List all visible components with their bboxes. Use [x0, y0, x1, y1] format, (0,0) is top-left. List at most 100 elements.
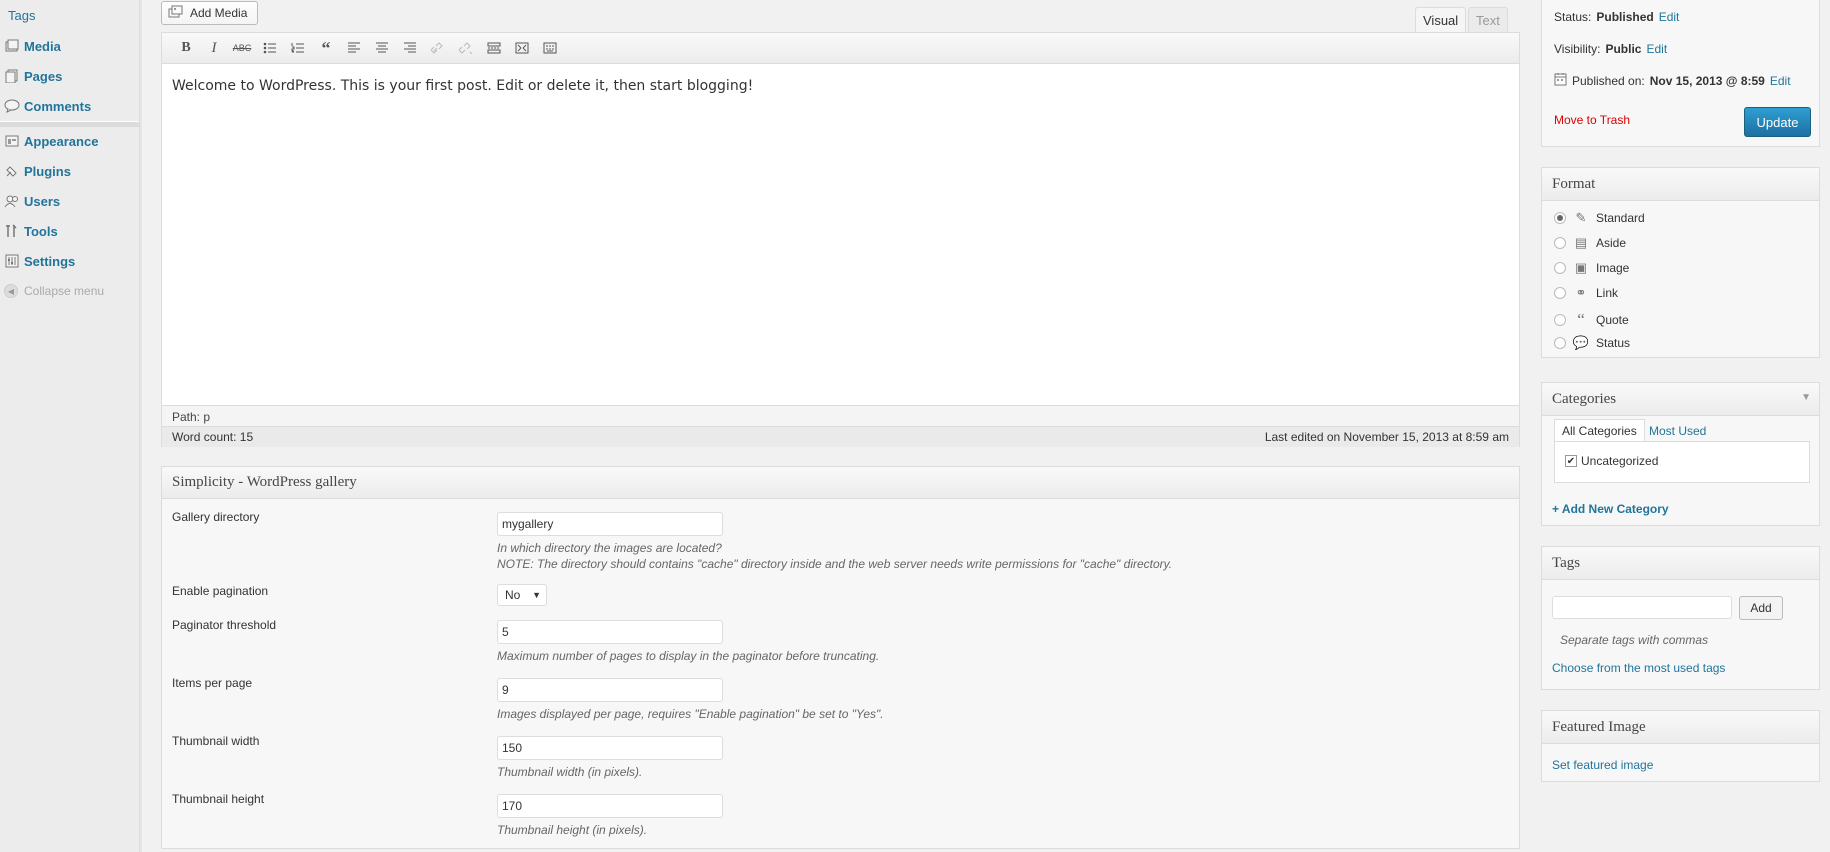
align-right-button[interactable]	[396, 36, 424, 60]
published-on-line: Published on: Nov 15, 2013 @ 8:59 Edit	[1554, 72, 1791, 89]
radio-selected[interactable]	[1554, 212, 1566, 224]
visibility-line: Visibility: Public Edit	[1554, 42, 1667, 56]
toolbar-toggle-button[interactable]	[536, 36, 564, 60]
numbered-list-button[interactable]	[284, 36, 312, 60]
read-more-icon	[487, 42, 501, 54]
tag-input[interactable]	[1552, 596, 1732, 619]
thumb-height-desc: Thumbnail height (in pixels).	[497, 823, 648, 837]
featured-image-title: Featured Image	[1542, 711, 1819, 744]
thumb-height-input[interactable]	[497, 794, 723, 818]
align-left-button[interactable]	[340, 36, 368, 60]
format-option-status[interactable]: 💬 Status	[1554, 335, 1630, 351]
radio[interactable]	[1554, 262, 1566, 274]
choose-most-used-tags-link[interactable]: Choose from the most used tags	[1552, 661, 1725, 675]
unlink-button[interactable]	[452, 36, 480, 60]
keyboard-icon	[543, 42, 557, 54]
bold-button[interactable]: B	[172, 36, 200, 60]
bold-icon: B	[181, 40, 191, 55]
edit-visibility-link[interactable]: Edit	[1646, 42, 1667, 56]
format-option-link[interactable]: ⚭ Link	[1554, 285, 1618, 301]
aside-icon: ▤	[1574, 235, 1588, 250]
sidebar-item-appearance[interactable]: Appearance	[0, 128, 139, 154]
italic-button[interactable]: I	[200, 36, 228, 60]
sidebar-item-pages[interactable]: Pages	[0, 63, 139, 89]
sidebar-item-users[interactable]: Users	[0, 188, 139, 214]
sidebar-item-label: Settings	[24, 253, 76, 269]
status-label: Status:	[1554, 10, 1592, 24]
editor-content-area[interactable]: Welcome to WordPress. This is your first…	[162, 64, 1519, 405]
last-edited: Last edited on November 15, 2013 at 8:59…	[1264, 430, 1509, 444]
word-count: Word count: 15	[172, 430, 254, 444]
align-center-button[interactable]	[368, 36, 396, 60]
calendar-icon	[1554, 72, 1567, 89]
checkbox-checked[interactable]: ✔	[1565, 455, 1577, 467]
add-media-icon	[168, 5, 184, 22]
radio[interactable]	[1554, 337, 1566, 349]
tab-visual[interactable]: Visual	[1415, 7, 1467, 32]
bullet-list-button[interactable]	[256, 36, 284, 60]
settings-icon	[4, 253, 20, 269]
add-new-category-link[interactable]: + Add New Category	[1552, 502, 1669, 516]
move-to-trash-link[interactable]: Move to Trash	[1554, 113, 1630, 127]
tab-text[interactable]: Text	[1468, 7, 1508, 32]
sidebar-item-settings[interactable]: Settings	[0, 248, 139, 274]
link-icon: ⚭	[1575, 285, 1587, 300]
radio[interactable]	[1554, 237, 1566, 249]
format-box: Format ✎ Standard ▤ Aside ▣ Image ⚭ Link…	[1541, 167, 1820, 358]
category-item-uncategorized[interactable]: ✔ Uncategorized	[1565, 454, 1658, 468]
blockquote-button[interactable]: “	[312, 36, 340, 60]
bullet-list-icon	[263, 42, 276, 54]
sidebar-item-comments[interactable]: Comments	[0, 93, 139, 119]
admin-sidebar: Tags Media Pages Comments Appearance Plu…	[0, 0, 140, 852]
threshold-label: Paginator threshold	[172, 618, 277, 632]
set-featured-image-link[interactable]: Set featured image	[1552, 758, 1653, 772]
pagination-select[interactable]: No ▼	[497, 584, 547, 606]
insert-link-button[interactable]	[424, 36, 452, 60]
tab-all-categories[interactable]: All Categories	[1554, 419, 1645, 442]
toggle-arrow-icon[interactable]: ▼	[1801, 392, 1811, 403]
align-right-icon	[404, 42, 416, 53]
collapse-menu-button[interactable]: ◀ Collapse menu	[4, 284, 104, 298]
sidebar-item-plugins[interactable]: Plugins	[0, 158, 139, 184]
format-option-label: Standard	[1596, 211, 1645, 225]
sidebar-item-label: Tools	[24, 223, 58, 239]
tab-most-used[interactable]: Most Used	[1642, 419, 1713, 442]
gallery-directory-input[interactable]	[497, 512, 723, 536]
format-option-standard[interactable]: ✎ Standard	[1554, 210, 1645, 226]
plugins-icon	[4, 163, 20, 179]
radio[interactable]	[1554, 287, 1566, 299]
format-option-aside[interactable]: ▤ Aside	[1554, 235, 1626, 251]
add-media-button[interactable]: Add Media	[161, 1, 259, 25]
collapse-arrow-icon: ◀	[4, 284, 18, 298]
tags-box: Tags Add Separate tags with commas Choos…	[1541, 546, 1820, 690]
insert-more-button[interactable]	[480, 36, 508, 60]
add-tag-button[interactable]: Add	[1739, 596, 1783, 620]
quote-icon: “	[321, 38, 331, 58]
edit-status-link[interactable]: Edit	[1659, 10, 1680, 24]
sidebar-item-label: Users	[24, 193, 61, 209]
pagination-label: Enable pagination	[172, 584, 269, 598]
edit-date-link[interactable]: Edit	[1770, 74, 1791, 88]
editor-path: Path: p	[162, 405, 1519, 426]
link-icon	[431, 42, 443, 54]
format-option-quote[interactable]: “ Quote	[1554, 310, 1629, 330]
format-option-label: Link	[1596, 286, 1619, 300]
sidebar-item-media[interactable]: Media	[0, 33, 139, 59]
threshold-input[interactable]	[497, 620, 723, 644]
per-page-input[interactable]	[497, 678, 723, 702]
category-label: Uncategorized	[1581, 454, 1659, 468]
tags-hint: Separate tags with commas	[1560, 633, 1709, 647]
categories-title-text: Categories	[1552, 391, 1617, 407]
fullscreen-icon	[515, 42, 529, 54]
tools-icon	[4, 223, 20, 239]
threshold-desc: Maximum number of pages to display in th…	[497, 649, 880, 663]
sidebar-item-tools[interactable]: Tools	[0, 218, 139, 244]
format-option-image[interactable]: ▣ Image	[1554, 260, 1629, 276]
radio[interactable]	[1554, 314, 1566, 326]
update-button[interactable]: Update	[1744, 107, 1811, 137]
strikethrough-button[interactable]: ABC	[228, 36, 256, 60]
add-media-label: Add Media	[190, 6, 248, 20]
fullscreen-button[interactable]	[508, 36, 536, 60]
thumb-width-input[interactable]	[497, 736, 723, 760]
sidebar-item-tags[interactable]: Tags	[8, 8, 35, 23]
